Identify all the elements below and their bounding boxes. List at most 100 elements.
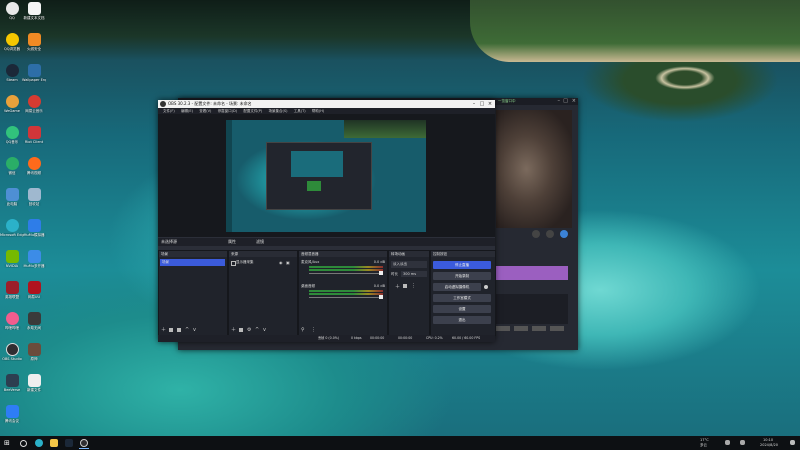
- preview-canvas: [226, 120, 426, 232]
- start-recording-button[interactable]: 开始录制: [433, 272, 491, 280]
- transition-select[interactable]: 淡入淡出: [391, 261, 427, 268]
- audio-mixer-dock: 音频混音器 麦克风/Aux 0.0 dB 桌面音频 0.0 dB ⚲ ⋮: [298, 250, 388, 336]
- secondary-button[interactable]: [514, 326, 528, 331]
- desktop-icon[interactable]: 此电脑: [0, 188, 24, 214]
- desktop-icon[interactable]: 腾讯会议: [0, 405, 24, 431]
- obs-window-main[interactable]: OBS 30.2.3 - 配置文件: 未命名 - 场景: 未命名 – □ × 文…: [158, 100, 496, 342]
- stop-streaming-button[interactable]: 停止直播: [433, 261, 491, 269]
- desktop-icon[interactable]: 哔哩哔哩: [0, 312, 24, 338]
- search-icon[interactable]: [20, 440, 27, 447]
- desktop-icon[interactable]: OBS Studio: [0, 343, 24, 369]
- desktop-volume-slider[interactable]: [309, 297, 383, 298]
- info-icon[interactable]: [546, 230, 554, 238]
- chevron-down-icon[interactable]: v: [193, 327, 196, 333]
- obs-logo-icon: [160, 101, 166, 107]
- desktop-icon[interactable]: Steam: [0, 64, 24, 90]
- close-icon[interactable]: ×: [487, 101, 493, 107]
- secondary-button[interactable]: [532, 326, 546, 331]
- volume-icon[interactable]: [740, 440, 745, 445]
- more-icon[interactable]: ⋮: [311, 327, 316, 333]
- desktop-icon[interactable]: QQ: [0, 2, 24, 28]
- weather-desc[interactable]: 多云: [700, 443, 707, 447]
- link-icon[interactable]: ⚲: [301, 327, 305, 333]
- desktop-icon[interactable]: WeGame: [0, 95, 24, 121]
- scene-remove-icon[interactable]: [169, 328, 173, 332]
- maximize-icon[interactable]: □: [479, 101, 485, 107]
- chevron-up-icon[interactable]: ^: [185, 327, 189, 333]
- obs-taskbar-icon[interactable]: [80, 439, 88, 447]
- desktop-icon[interactable]: Riot Client: [22, 126, 46, 152]
- desktop-icon[interactable]: 腾讯视频: [22, 157, 46, 183]
- desktop-icon[interactable]: Microsoft Edge: [0, 219, 24, 245]
- desktop-icon[interactable]: 新建文件: [22, 374, 46, 400]
- desktop-icon[interactable]: 火绒安全: [22, 33, 46, 59]
- properties-button[interactable]: 属性: [228, 239, 236, 245]
- clock-time[interactable]: 10:10: [763, 438, 773, 442]
- minimize-icon[interactable]: –: [471, 101, 477, 107]
- obs-titlebar[interactable]: OBS 30.2.3 - 配置文件: 未命名 - 场景: 未命名 – □ ×: [158, 100, 495, 108]
- preview-area[interactable]: [158, 114, 495, 237]
- desktop-icon[interactable]: MuMu模拟器: [22, 219, 46, 245]
- settings-button[interactable]: 设置: [433, 305, 491, 313]
- desktop-volume-handle[interactable]: [379, 295, 383, 299]
- mic-volume-slider[interactable]: [309, 273, 383, 274]
- desktop-icon[interactable]: 网易UU: [22, 281, 46, 307]
- network-icon[interactable]: [725, 440, 730, 445]
- desktop-icon[interactable]: 网易云音乐: [22, 95, 46, 121]
- controls-header: 控制按钮: [431, 251, 495, 257]
- studio-mode-button[interactable]: 工作室模式: [433, 294, 491, 302]
- more-icon[interactable]: ⋮: [411, 283, 416, 289]
- scene-item[interactable]: 场景: [160, 259, 225, 266]
- desktop-icon[interactable]: 原神: [22, 343, 46, 369]
- weather-temp[interactable]: 17°C: [700, 438, 709, 442]
- windows-start-icon[interactable]: ⊞: [4, 439, 12, 447]
- desktop-icon[interactable]: QQ音乐: [0, 126, 24, 152]
- duration-input[interactable]: 300 ms: [401, 271, 427, 277]
- close-icon[interactable]: ×: [572, 98, 576, 104]
- scene-add-icon[interactable]: ＋: [161, 326, 166, 333]
- secondary-button[interactable]: [496, 326, 510, 331]
- scenes-dock: 场景 场景 ＋ ^ v: [158, 250, 228, 336]
- exit-button[interactable]: 退出: [433, 316, 491, 324]
- desktop-audio-label: 桌面音频: [301, 284, 315, 288]
- cpu-usage: CPU: 0.2%: [426, 336, 443, 340]
- source-add-icon[interactable]: ＋: [231, 326, 236, 333]
- chevron-up-icon[interactable]: ^: [255, 327, 259, 333]
- chevron-down-icon[interactable]: v: [263, 327, 266, 333]
- secondary-button[interactable]: [550, 326, 564, 331]
- start-virtual-camera-button[interactable]: 启动虚拟摄像机: [433, 283, 481, 291]
- virtual-camera-settings-icon[interactable]: [484, 285, 488, 289]
- eye-icon[interactable]: ◉: [279, 260, 283, 265]
- clock-date[interactable]: 2024/8/20: [760, 443, 778, 447]
- desktop-icon[interactable]: 永劫无间: [22, 312, 46, 338]
- source-remove-icon[interactable]: [239, 328, 243, 332]
- scene-filter-icon[interactable]: [177, 328, 181, 332]
- desktop-icon[interactable]: 回收站: [22, 188, 46, 214]
- minimize-icon[interactable]: –: [558, 98, 561, 104]
- star-icon[interactable]: [560, 230, 568, 238]
- mic-volume-handle[interactable]: [379, 271, 383, 275]
- desktop-icon[interactable]: BeeVerse: [0, 374, 24, 400]
- edge-taskbar-icon[interactable]: [35, 439, 43, 447]
- explorer-taskbar-icon[interactable]: [50, 439, 58, 447]
- desktop-icon[interactable]: 英雄联盟: [0, 281, 24, 307]
- settings-icon[interactable]: [532, 230, 540, 238]
- desktop-icon[interactable]: MuMu多开器: [22, 250, 46, 276]
- obs-icon: [5, 343, 19, 356]
- desktop-icon[interactable]: QQ浏览器: [0, 33, 24, 59]
- desktop-icon[interactable]: NVIDIA: [0, 250, 24, 276]
- gear-icon[interactable]: ⚙: [247, 327, 251, 333]
- desktop-icon[interactable]: 新建文本文档: [22, 2, 46, 28]
- active-app-indicator: [79, 448, 89, 449]
- lock-icon[interactable]: ▣: [286, 260, 290, 265]
- transition-add-icon[interactable]: ＋: [395, 283, 400, 290]
- desktop-icon[interactable]: Wallpaper Engine: [22, 64, 46, 90]
- steam-taskbar-icon[interactable]: [65, 439, 73, 447]
- filters-button[interactable]: 滤镜: [256, 239, 264, 245]
- maximize-icon[interactable]: □: [563, 98, 568, 104]
- notification-icon[interactable]: [790, 440, 795, 445]
- transition-remove-icon[interactable]: [403, 284, 407, 288]
- desktop-icon[interactable]: 微信: [0, 157, 24, 183]
- fps-readout: 60.00 / 60.00 FPS: [452, 336, 481, 340]
- mumu-multi-icon: [27, 250, 41, 263]
